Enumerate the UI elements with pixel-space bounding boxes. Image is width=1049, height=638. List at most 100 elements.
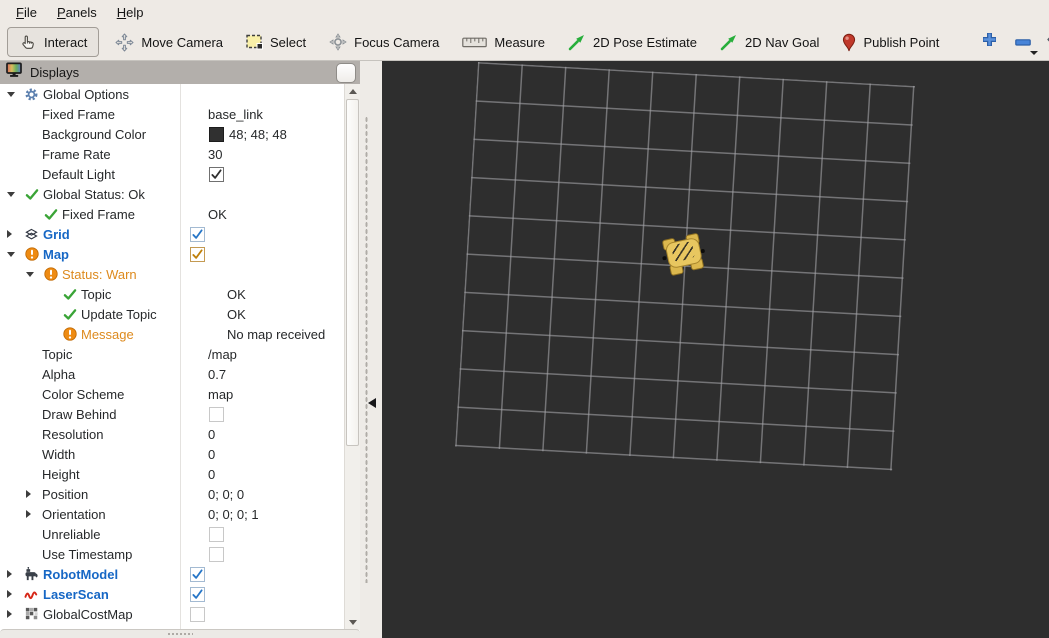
- value-checkbox[interactable]: [209, 546, 224, 562]
- property-value-text[interactable]: 0: [208, 447, 215, 462]
- property-value-text[interactable]: /map: [208, 347, 237, 362]
- tool-select[interactable]: Select: [244, 29, 308, 55]
- expander-closed-icon[interactable]: [6, 570, 23, 578]
- property-value-text[interactable]: OK: [208, 207, 227, 222]
- displays-panel-header[interactable]: Displays: [0, 61, 360, 84]
- tree-row-fixed-frame[interactable]: Fixed Frame base_link: [0, 104, 345, 124]
- tree-row-orientation[interactable]: Orientation 0; 0; 0; 1: [0, 504, 345, 524]
- measure-ruler-icon: [462, 36, 488, 49]
- property-name-cell: Map: [0, 247, 186, 262]
- property-value-cell: OK: [224, 287, 345, 302]
- property-value-text[interactable]: 0.7: [208, 367, 226, 382]
- tree-row-grid[interactable]: Grid: [0, 224, 345, 244]
- tree-row-status-warn[interactable]: Status: Warn: [0, 264, 345, 284]
- tree-row-topic[interactable]: Topic OK: [0, 284, 345, 304]
- value-checkbox[interactable]: [209, 526, 224, 542]
- property-label: Global Options: [43, 86, 129, 102]
- value-checkbox[interactable]: [190, 606, 205, 622]
- tool-2d-pose-estimate[interactable]: 2D Pose Estimate: [566, 28, 699, 56]
- expander-closed-icon[interactable]: [6, 230, 23, 238]
- expander-closed-icon[interactable]: [25, 490, 42, 498]
- value-checkbox[interactable]: [190, 566, 205, 582]
- property-label: Frame Rate: [42, 146, 111, 162]
- expander-closed-icon[interactable]: [6, 590, 23, 598]
- tool-move-camera[interactable]: Move Camera: [113, 28, 225, 57]
- tree-row-global-status-ok[interactable]: Global Status: Ok: [0, 184, 345, 204]
- menu-file[interactable]: File: [6, 2, 47, 23]
- tool-focus-camera[interactable]: Focus Camera: [327, 28, 441, 56]
- scrollbar-down-button[interactable]: [345, 615, 360, 630]
- dropdown-caret-icon[interactable]: [1030, 51, 1039, 55]
- property-value-text[interactable]: 0: [208, 427, 215, 442]
- tree-row-position[interactable]: Position 0; 0; 0: [0, 484, 345, 504]
- property-value-cell: [186, 606, 345, 622]
- tree-row-map[interactable]: Map: [0, 244, 345, 264]
- tree-row-global-options[interactable]: Global Options: [0, 84, 345, 104]
- property-label: Position: [42, 486, 89, 502]
- visibility-button[interactable]: [1044, 28, 1049, 56]
- property-value-text[interactable]: 48; 48; 48: [229, 127, 287, 142]
- property-value-text[interactable]: 30: [208, 147, 222, 162]
- tree-row-unreliable[interactable]: Unreliable: [0, 524, 345, 544]
- tree-row-width[interactable]: Width 0: [0, 444, 345, 464]
- property-value-text[interactable]: 0; 0; 0; 1: [208, 507, 259, 522]
- tree-row-resolution[interactable]: Resolution 0: [0, 424, 345, 444]
- tree-row-draw-behind[interactable]: Draw Behind: [0, 404, 345, 424]
- menu-panels[interactable]: Panels: [47, 2, 107, 23]
- tree-row-height[interactable]: Height 0: [0, 464, 345, 484]
- property-value-text[interactable]: 0; 0; 0: [208, 487, 244, 502]
- expander-open-icon[interactable]: [25, 271, 42, 277]
- render-viewport-3d[interactable]: [382, 61, 1049, 638]
- property-value-text[interactable]: map: [208, 387, 233, 402]
- tree-row-background-color[interactable]: Background Color 48; 48; 48: [0, 124, 345, 144]
- tree-row-laserscan[interactable]: LaserScan: [0, 584, 345, 604]
- scrollbar-up-button[interactable]: [345, 84, 360, 99]
- scrollbar-thumb[interactable]: [346, 99, 359, 446]
- tree-row-frame-rate[interactable]: Frame Rate 30: [0, 144, 345, 164]
- tree-scrollbar[interactable]: [344, 84, 360, 630]
- expander-closed-icon[interactable]: [6, 610, 23, 618]
- tree-row-message[interactable]: Message No map received: [0, 324, 345, 344]
- tree-row-fixed-frame[interactable]: Fixed Frame OK: [0, 204, 345, 224]
- tree-row-globalcostmap[interactable]: GlobalCostMap: [0, 604, 345, 624]
- value-checkbox[interactable]: [190, 226, 205, 242]
- menu-bar: File Panels Help: [0, 0, 1049, 24]
- tree-row-topic[interactable]: Topic/map: [0, 344, 345, 364]
- expander-closed-icon[interactable]: [25, 510, 42, 518]
- splitter-collapse-arrow-icon[interactable]: [368, 398, 376, 408]
- value-checkbox[interactable]: [190, 586, 205, 602]
- next-panel-top-edge[interactable]: [0, 629, 360, 638]
- value-checkbox[interactable]: [209, 406, 224, 422]
- expander-open-icon[interactable]: [6, 191, 23, 197]
- expander-open-icon[interactable]: [6, 91, 23, 97]
- tool-interact[interactable]: Interact: [7, 27, 100, 57]
- tool-2d-nav-goal[interactable]: 2D Nav Goal: [718, 28, 821, 56]
- tree-row-use-timestamp[interactable]: Use Timestamp: [0, 544, 345, 564]
- value-checkbox[interactable]: [190, 246, 205, 262]
- tool-publish-point[interactable]: Publish Point: [840, 28, 941, 57]
- tree-row-default-light[interactable]: Default Light: [0, 164, 345, 184]
- menu-help[interactable]: Help: [107, 2, 154, 23]
- property-label: Grid: [43, 226, 70, 242]
- tree-row-robotmodel[interactable]: RobotModel: [0, 564, 345, 584]
- property-label: Message: [81, 326, 134, 342]
- property-value-text[interactable]: No map received: [227, 327, 325, 342]
- panel-float-button[interactable]: [336, 63, 356, 83]
- property-value-text[interactable]: base_link: [208, 107, 263, 122]
- zoom-in-button[interactable]: [976, 28, 1002, 56]
- warn-icon: [23, 247, 40, 261]
- tool-measure[interactable]: Measure: [460, 30, 547, 55]
- property-value-text[interactable]: 0: [208, 467, 215, 482]
- color-swatch[interactable]: [209, 126, 224, 142]
- panel-splitter[interactable]: [360, 61, 382, 638]
- tree-row-alpha[interactable]: Alpha 0.7: [0, 364, 345, 384]
- expander-open-icon[interactable]: [6, 251, 23, 257]
- value-checkbox[interactable]: [209, 166, 224, 182]
- minus-icon: [1015, 33, 1032, 51]
- tree-row-update-topic[interactable]: Update Topic OK: [0, 304, 345, 324]
- property-value-text[interactable]: OK: [227, 307, 246, 322]
- select-box-icon: [246, 34, 263, 50]
- tree-row-color-scheme[interactable]: Color Scheme map: [0, 384, 345, 404]
- property-value-text[interactable]: OK: [227, 287, 246, 302]
- zoom-out-button[interactable]: [1010, 28, 1039, 56]
